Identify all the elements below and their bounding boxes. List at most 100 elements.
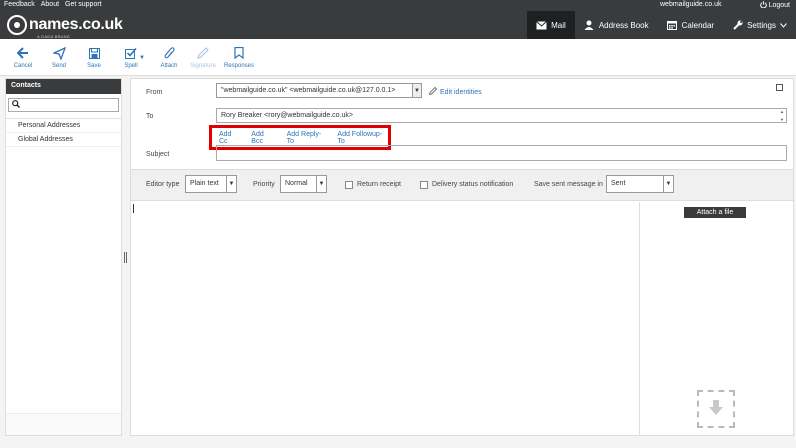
about-link[interactable]: About xyxy=(41,1,59,8)
priority-select[interactable]: Normal ▼ xyxy=(280,175,327,193)
arrow-left-icon xyxy=(15,45,31,61)
attach-label: Attach xyxy=(160,63,178,69)
mail-icon xyxy=(536,20,547,31)
nav-settings-label: Settings xyxy=(747,20,776,30)
priority-label: Priority xyxy=(253,181,275,188)
download-arrow-icon xyxy=(708,399,724,419)
wrench-icon xyxy=(732,20,743,31)
nav-mail[interactable]: Mail xyxy=(527,11,575,39)
upload-drop-zone[interactable] xyxy=(697,390,735,428)
from-label: From xyxy=(146,89,163,96)
signature-button[interactable]: Signature xyxy=(186,45,220,69)
add-reply-to-link[interactable]: Add Reply-To xyxy=(287,131,328,145)
address-book-list: Personal Addresses Global Addresses xyxy=(6,118,121,147)
sidebar-footer xyxy=(6,413,121,435)
pen-icon xyxy=(195,45,211,61)
to-field-scrollbar[interactable]: ▲ ▼ xyxy=(778,109,786,122)
nav-calendar-label: Calendar xyxy=(681,20,715,30)
delivery-status-label: Delivery status notification xyxy=(432,181,514,188)
text-cursor xyxy=(133,204,134,213)
logout-button[interactable]: Logout xyxy=(759,1,790,10)
person-icon xyxy=(584,20,595,31)
subject-label: Subject xyxy=(146,151,170,158)
nav-settings[interactable]: Settings xyxy=(723,11,796,39)
from-select[interactable]: "webmailguide.co.uk" <webmailguide.co.uk… xyxy=(216,83,422,98)
chevron-down-icon xyxy=(780,21,787,30)
paperclip-icon xyxy=(161,45,177,61)
add-bcc-link[interactable]: Add Bcc xyxy=(251,131,276,145)
signature-label: Signature xyxy=(190,63,216,69)
address-book-personal[interactable]: Personal Addresses xyxy=(6,119,121,133)
compose-toolbar: Cancel Send Save Spell ▼ Attach Signatur… xyxy=(0,39,796,76)
logout-label: Logout xyxy=(768,2,790,9)
responses-label: Responses xyxy=(223,63,255,69)
save-sent-folder-select[interactable]: Sent ▼ xyxy=(606,175,674,193)
power-icon xyxy=(759,1,767,10)
save-sent-label: Save sent message in xyxy=(534,181,603,188)
account-domain: webmailguide.co.uk xyxy=(660,1,722,8)
subject-input[interactable] xyxy=(216,145,787,161)
spell-options-dropdown[interactable]: ▼ xyxy=(139,55,145,61)
attach-file-button[interactable]: Attach a file xyxy=(684,207,746,218)
return-receipt-checkbox[interactable] xyxy=(345,181,353,189)
nav-address-book-label: Address Book xyxy=(598,20,649,30)
cancel-button[interactable]: Cancel xyxy=(6,45,40,69)
feedback-link[interactable]: Feedback xyxy=(4,1,35,8)
from-select-value: "webmailguide.co.uk" <webmailguide.co.uk… xyxy=(221,87,396,94)
nav-mail-label: Mail xyxy=(551,20,566,30)
attachments-panel: Attach a file xyxy=(641,202,793,435)
chevron-down-icon: ▼ xyxy=(663,176,673,192)
get-support-link[interactable]: Get support xyxy=(65,1,102,8)
send-button[interactable]: Send xyxy=(42,45,76,69)
compose-options-bar: Editor type Plain text ▼ Priority Normal… xyxy=(131,169,793,201)
chevron-down-icon: ▼ xyxy=(412,84,421,97)
pane-splitter-handle[interactable] xyxy=(124,252,128,263)
bookmark-icon xyxy=(231,45,247,61)
logo[interactable]: names.co.uk A DADA BRAND xyxy=(7,15,123,39)
editor-type-label: Editor type xyxy=(146,181,180,188)
edit-identities-link[interactable]: Edit identities xyxy=(428,86,482,97)
logo-mark-icon xyxy=(7,15,27,35)
to-field[interactable]: Rory Breaker <rory@webmailguide.co.uk> ▲… xyxy=(216,108,787,123)
to-label: To xyxy=(146,113,154,120)
search-icon xyxy=(12,100,20,110)
address-book-global[interactable]: Global Addresses xyxy=(6,133,121,147)
spell-label: Spell xyxy=(124,63,138,69)
spell-button[interactable]: Spell ▼ xyxy=(114,45,148,69)
return-receipt-label: Return receipt xyxy=(357,181,401,188)
maximize-icon[interactable] xyxy=(776,84,783,91)
contacts-search-input[interactable] xyxy=(8,98,119,112)
nav-calendar[interactable]: Calendar xyxy=(658,11,723,39)
floppy-disk-icon xyxy=(86,45,102,61)
editor-type-value: Plain text xyxy=(190,180,219,187)
save-sent-folder-value: Sent xyxy=(611,180,626,187)
priority-value: Normal xyxy=(285,180,308,187)
to-field-value: Rory Breaker <rory@webmailguide.co.uk> xyxy=(221,112,353,119)
nav-address-book[interactable]: Address Book xyxy=(575,11,658,39)
edit-identities-label: Edit identities xyxy=(440,88,482,96)
chevron-down-icon: ▼ xyxy=(316,176,326,192)
chevron-down-icon: ▼ xyxy=(226,176,236,192)
main-nav: Mail Address Book Calendar Settings xyxy=(527,11,796,39)
logo-text: names.co.uk xyxy=(29,16,123,33)
paper-plane-icon xyxy=(51,45,67,61)
calendar-icon xyxy=(667,20,678,31)
attach-button[interactable]: Attach xyxy=(152,45,186,69)
contacts-sidebar: Contacts Personal Addresses Global Addre… xyxy=(5,78,122,436)
top-strip: Feedback About Get support webmailguide.… xyxy=(0,0,796,11)
cancel-label: Cancel xyxy=(13,63,33,69)
responses-button[interactable]: Responses xyxy=(222,45,256,69)
send-label: Send xyxy=(51,63,66,69)
pencil-icon xyxy=(428,86,438,97)
add-followup-to-link[interactable]: Add Followup-To xyxy=(337,131,388,145)
compose-form: From "webmailguide.co.uk" <webmailguide.… xyxy=(130,78,794,436)
checkbox-check-icon xyxy=(123,45,139,61)
app-header: names.co.uk A DADA BRAND Mail Address Bo… xyxy=(0,11,796,39)
delivery-status-checkbox[interactable] xyxy=(420,181,428,189)
message-body-editor[interactable] xyxy=(131,202,640,435)
contacts-header: Contacts xyxy=(6,79,121,94)
save-label: Save xyxy=(87,63,101,69)
editor-type-select[interactable]: Plain text ▼ xyxy=(185,175,237,193)
add-cc-link[interactable]: Add Cc xyxy=(219,131,241,145)
save-button[interactable]: Save xyxy=(77,45,111,69)
